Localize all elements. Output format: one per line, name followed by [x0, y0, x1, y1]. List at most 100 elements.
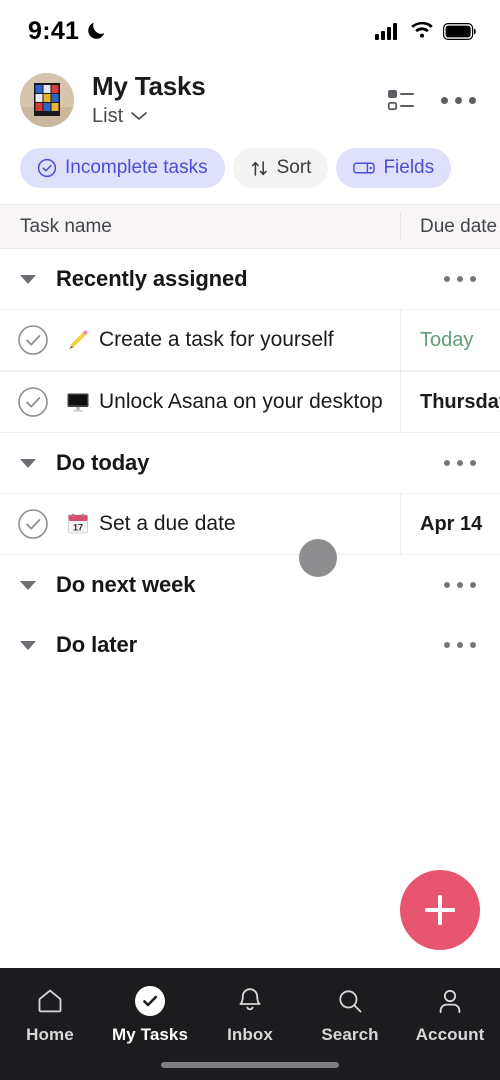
task-main: Unlock Asana on your desktop	[66, 390, 400, 414]
column-divider	[400, 372, 401, 432]
task-main: 17 Set a due date	[66, 512, 400, 536]
filter-chip-sort[interactable]: Sort	[232, 148, 329, 188]
status-bar-time: 9:41	[28, 16, 80, 45]
section-more-icon[interactable]	[444, 642, 476, 648]
fields-icon	[353, 162, 376, 174]
collapse-triangle-icon[interactable]	[20, 274, 36, 284]
check-circle-icon	[18, 325, 48, 355]
dot	[457, 460, 463, 466]
nav-item-search[interactable]: Search	[300, 986, 400, 1045]
app-header: My Tasks List	[0, 62, 500, 138]
nav-item-inbox[interactable]: Inbox	[200, 986, 300, 1045]
dot	[457, 642, 463, 648]
column-header-due-date: Due date	[420, 215, 498, 237]
section-more-icon[interactable]	[444, 460, 476, 466]
section-header-do-later[interactable]: Do later	[0, 615, 500, 675]
more-options-icon[interactable]	[441, 96, 476, 104]
calendar-glyph: 17	[68, 513, 88, 534]
section-more-icon[interactable]	[444, 582, 476, 588]
check-glyph	[143, 995, 158, 1007]
nav-label: Home	[26, 1025, 74, 1044]
nav-label: Search	[321, 1025, 379, 1044]
column-divider	[400, 310, 401, 370]
check-circle-icon	[18, 509, 48, 539]
section-header-do-next-week[interactable]: Do next week	[0, 555, 500, 615]
sort-arrows-icon	[251, 160, 267, 176]
section-title: Do next week	[56, 572, 196, 597]
bottom-navigation-bar: Home My Tasks Inbox Search Account	[0, 968, 500, 1080]
check-circle-icon	[18, 387, 48, 417]
filter-chip-label: Incomplete tasks	[65, 157, 208, 178]
app-screen: 9:41 My Tasks List Incomplete tasks Sort…	[0, 0, 500, 1080]
view-switcher[interactable]: List	[92, 104, 387, 128]
dot	[444, 460, 450, 466]
collapse-triangle-icon[interactable]	[20, 580, 36, 590]
task-complete-checkbox[interactable]	[0, 508, 66, 540]
desktop-computer-glyph	[67, 393, 89, 412]
task-due-date[interactable]: Apr 14	[400, 513, 482, 536]
avatar[interactable]	[20, 73, 74, 127]
svg-text:17: 17	[73, 522, 83, 532]
dot	[470, 582, 476, 588]
task-complete-checkbox[interactable]	[0, 324, 66, 356]
collapse-triangle-icon[interactable]	[20, 640, 36, 650]
filter-chip-label: Sort	[276, 157, 312, 178]
wifi-icon	[411, 22, 433, 38]
calendar-icon: 17	[66, 512, 90, 536]
task-due-date[interactable]: Today	[400, 329, 473, 352]
task-name: Set a due date	[99, 512, 236, 535]
section-title: Do later	[56, 632, 138, 657]
dot	[457, 276, 463, 282]
status-bar-left: 9:41	[28, 17, 107, 46]
task-due-date[interactable]: Thursday	[400, 391, 500, 414]
plus-icon-vertical	[438, 895, 442, 925]
home-glyph	[38, 989, 62, 1013]
filter-chip-bar: Incomplete tasks Sort Fields	[0, 138, 500, 204]
dot	[444, 276, 450, 282]
section-header-do-today[interactable]: Do today	[0, 433, 500, 493]
column-divider	[400, 213, 401, 240]
page-title: My Tasks	[92, 71, 206, 102]
task-row[interactable]: Create a task for yourself Today	[0, 309, 500, 371]
dot	[457, 582, 463, 588]
task-complete-checkbox[interactable]	[0, 386, 66, 418]
section-more-icon[interactable]	[444, 276, 476, 282]
person-icon	[436, 986, 464, 1016]
pencil-icon	[66, 328, 90, 352]
header-title-group: My Tasks List	[92, 72, 387, 127]
dot	[470, 460, 476, 466]
task-main: Create a task for yourself	[66, 328, 400, 352]
touch-cursor	[299, 539, 337, 577]
dot	[444, 582, 450, 588]
active-indicator-circle	[135, 986, 165, 1016]
status-bar-right	[375, 22, 476, 40]
home-indicator[interactable]	[161, 1062, 339, 1068]
task-name: Create a task for yourself	[99, 328, 334, 351]
dot	[470, 276, 476, 282]
column-header-task-name: Task name	[20, 215, 112, 237]
section-header-recently-assigned[interactable]: Recently assigned	[0, 249, 500, 309]
dot	[444, 642, 450, 648]
nav-item-my-tasks[interactable]: My Tasks	[100, 986, 200, 1045]
add-task-button[interactable]	[400, 870, 480, 950]
task-row[interactable]: Unlock Asana on your desktop Thursday	[0, 371, 500, 433]
home-icon	[35, 986, 65, 1016]
filter-chip-incomplete-tasks[interactable]: Incomplete tasks	[20, 148, 225, 188]
nav-label: My Tasks	[111, 1025, 189, 1044]
filter-chip-fields[interactable]: Fields	[336, 148, 452, 188]
collapse-triangle-icon[interactable]	[20, 458, 36, 468]
search-icon	[336, 986, 365, 1016]
dot	[470, 642, 476, 648]
status-bar: 9:41	[0, 0, 500, 62]
nav-item-account[interactable]: Account	[400, 986, 500, 1045]
avatar-image	[20, 73, 74, 127]
task-row[interactable]: 17 Set a due date Apr 14	[0, 493, 500, 555]
moon-icon	[88, 22, 105, 39]
nav-item-home[interactable]: Home	[0, 986, 100, 1045]
pencil-glyph	[69, 330, 88, 349]
column-header-row: Task name Due date	[0, 204, 500, 249]
desktop-computer-icon	[66, 390, 90, 414]
dot	[469, 96, 476, 104]
list-view-icon[interactable]	[387, 87, 415, 113]
chevron-down-icon	[131, 111, 147, 120]
